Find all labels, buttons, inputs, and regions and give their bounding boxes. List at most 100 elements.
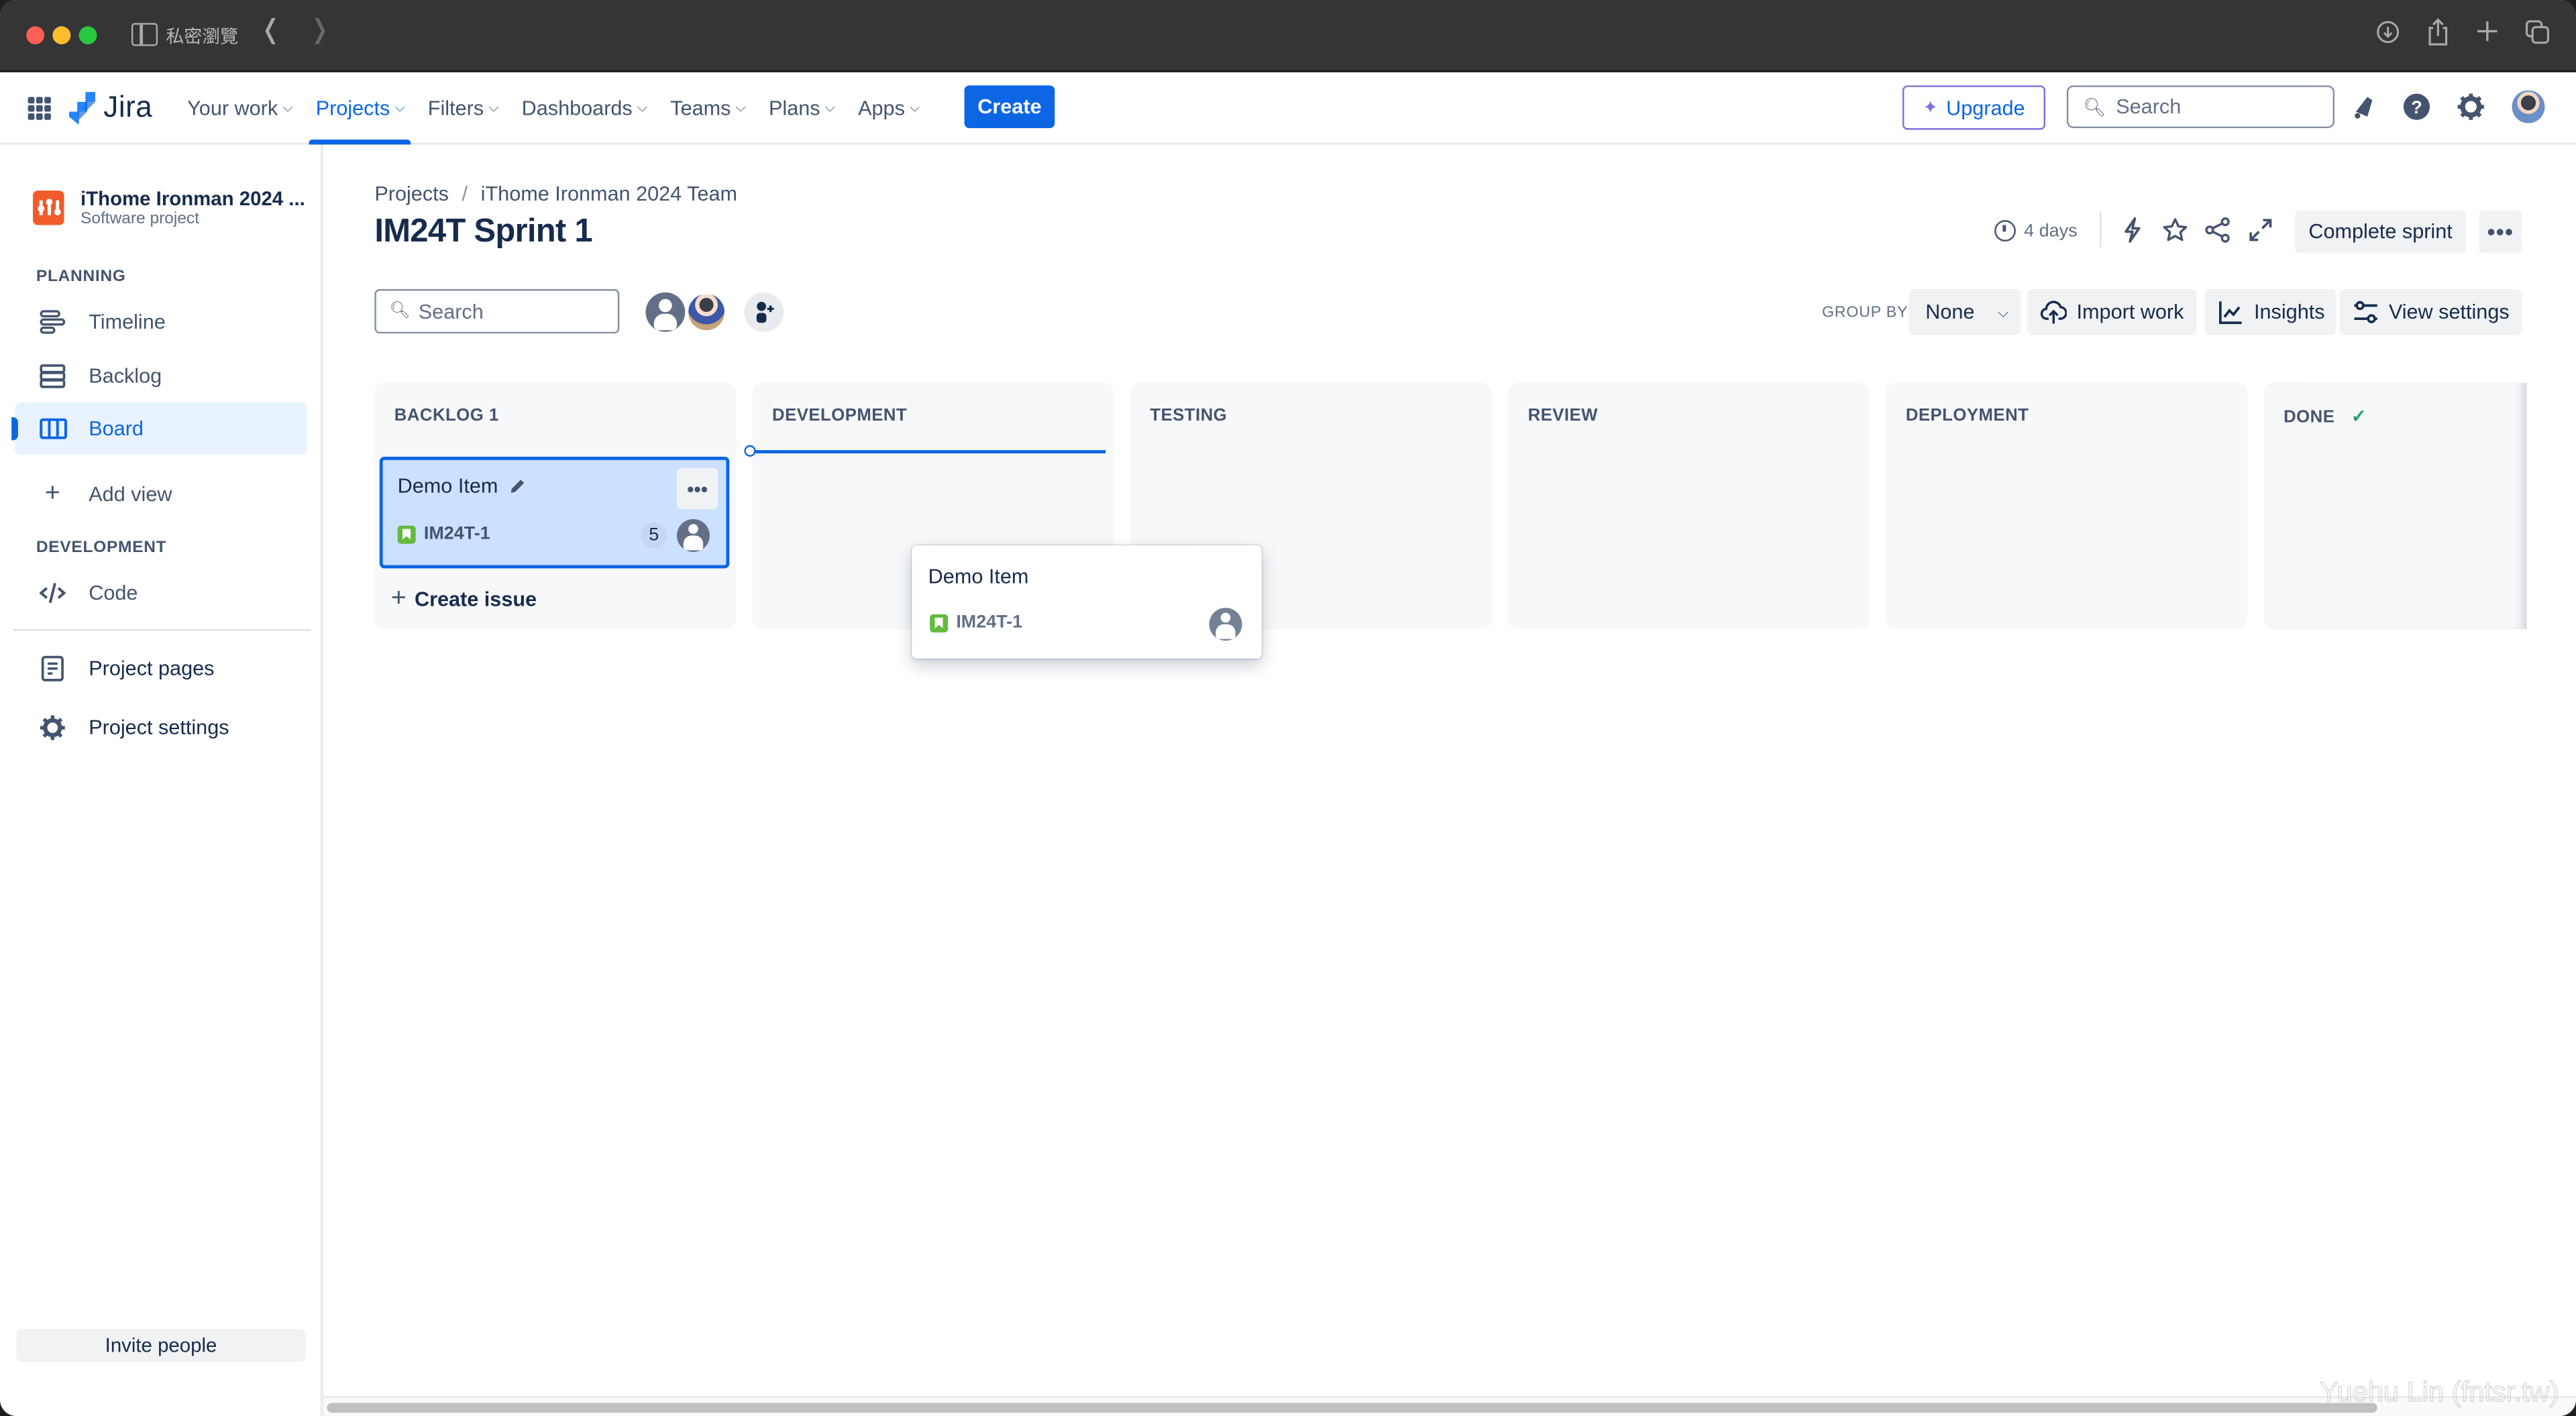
sidebar-item-board[interactable]: Board [11, 402, 307, 455]
complete-sprint-button[interactable]: Complete sprint [2295, 210, 2466, 254]
new-tab-icon[interactable] [2476, 19, 2499, 42]
project-name[interactable]: iThome Ironman 2024 ... [80, 187, 305, 210]
card-more-button[interactable]: ••• [676, 468, 718, 510]
create-issue-label: Create issue [414, 588, 537, 612]
project-type: Software project [80, 210, 199, 229]
view-settings-label: View settings [2388, 301, 2510, 324]
story-icon [397, 525, 416, 543]
minimize-window-button[interactable] [52, 26, 71, 45]
nav-teams[interactable]: Teams ⌵ [661, 72, 756, 143]
add-people-button[interactable] [744, 292, 784, 332]
dragging-card-preview[interactable]: Demo Item IM24T-1 [912, 545, 1262, 659]
sidebar-add-view[interactable]: + Add view [15, 468, 307, 521]
done-column-label: DONE [2284, 406, 2335, 427]
column-title: REVIEW [1527, 405, 1598, 426]
nav-filters[interactable]: Filters ⌵ [418, 72, 508, 143]
star-icon[interactable] [2162, 217, 2188, 243]
chevron-down-icon: ⌵ [824, 99, 835, 115]
create-button[interactable]: Create [964, 85, 1055, 129]
sidebar-item-code[interactable]: Code [15, 567, 307, 619]
sidebar-toggle-icon[interactable] [131, 23, 158, 46]
more-actions-button[interactable]: ••• [2479, 210, 2522, 254]
planning-section-label: PLANNING [36, 268, 126, 286]
sprint-time-remaining[interactable]: 4 days [1994, 220, 2078, 242]
column-title: DONE ✓ [2284, 406, 2367, 427]
search-icon: 🔍︎ [389, 302, 411, 321]
nav-dashboards[interactable]: Dashboards ⌵ [512, 72, 657, 143]
sidebar-item-project-pages[interactable]: Project pages [15, 643, 307, 695]
edit-pencil-icon[interactable] [510, 478, 526, 494]
nav-filters-label: Filters [427, 96, 484, 119]
plus-icon: + [390, 584, 407, 613]
close-window-button[interactable] [26, 26, 45, 45]
forward-icon[interactable]: ❭ [309, 17, 331, 44]
settings-gear-icon[interactable] [2456, 92, 2485, 121]
nav-projects[interactable]: Projects ⌵ [306, 72, 415, 145]
app-switcher-icon[interactable] [28, 97, 51, 120]
upgrade-label: Upgrade [1946, 96, 2025, 119]
create-issue-button[interactable]: + Create issue [391, 585, 537, 614]
view-settings-button[interactable]: View settings [2339, 289, 2522, 335]
sidebar-item-backlog[interactable]: Backlog [15, 350, 307, 402]
board-column-review[interactable]: REVIEW [1508, 382, 1870, 629]
board-column-done[interactable]: DONE ✓ [2263, 382, 2527, 629]
breadcrumb-projects[interactable]: Projects [374, 182, 449, 205]
issue-card[interactable]: Demo Item ••• IM24T-1 5 [379, 456, 730, 569]
unassigned-avatar-filter[interactable] [645, 292, 686, 332]
share-icon[interactable] [2205, 217, 2231, 243]
chevron-down-icon: ⌵ [488, 99, 499, 115]
chevron-down-icon: ⌵ [282, 99, 293, 115]
column-title: BACKLOG 1 [394, 405, 499, 426]
watermark: Yuehu Lin (fntsr.tw) [2319, 1376, 2559, 1409]
column-title: DEPLOYMENT [1905, 405, 2029, 426]
code-icon [38, 578, 67, 608]
share-icon[interactable] [2426, 18, 2449, 46]
chevron-down-icon: ⌵ [637, 99, 647, 115]
project-sidebar: iThome Ironman 2024 ... Software project… [0, 144, 324, 1416]
assignee-avatar[interactable] [676, 519, 710, 552]
import-work-button[interactable]: Import work [2027, 289, 2197, 335]
scrollbar-thumb[interactable] [327, 1403, 2377, 1413]
automation-lightning-icon[interactable] [2119, 217, 2145, 243]
dragging-issue-key: IM24T-1 [930, 612, 1022, 633]
breadcrumb-project[interactable]: iThome Ironman 2024 Team [481, 182, 737, 205]
nav-projects-label: Projects [315, 96, 390, 119]
board-search-input[interactable]: 🔍︎ Search [374, 289, 620, 334]
sidebar-item-project-settings-label: Project settings [89, 716, 229, 740]
nav-teams-label: Teams [670, 96, 731, 119]
sidebar-item-project-settings[interactable]: Project settings [15, 702, 307, 754]
sidebar-item-timeline[interactable]: Timeline [15, 296, 307, 348]
add-person-icon [756, 301, 774, 323]
horizontal-scrollbar[interactable] [323, 1396, 2576, 1416]
invite-people-button[interactable]: Invite people [16, 1329, 306, 1362]
back-icon[interactable]: ❬ [260, 17, 282, 44]
insights-button[interactable]: Insights [2204, 289, 2337, 335]
sparkle-icon: ✦ [1923, 98, 1938, 119]
issue-key[interactable]: IM24T-1 [397, 524, 490, 544]
jira-logo[interactable]: Jira [68, 90, 153, 125]
help-icon[interactable]: ? [2402, 92, 2431, 121]
user-avatar-filter[interactable] [686, 292, 727, 332]
nav-plans[interactable]: Plans ⌵ [759, 72, 845, 143]
plus-icon: + [44, 480, 60, 508]
global-search-input[interactable]: 🔍︎ Search [2066, 85, 2335, 129]
nav-your-work[interactable]: Your work ⌵ [177, 72, 303, 143]
profile-avatar[interactable] [2512, 90, 2545, 123]
page-title: IM24T Sprint 1 [374, 213, 592, 250]
fullscreen-expand-icon[interactable] [2247, 217, 2273, 243]
board-column-deployment[interactable]: DEPLOYMENT [1886, 382, 2248, 629]
svg-text:?: ? [2411, 97, 2422, 117]
private-browsing-label: 私密瀏覽 [166, 26, 239, 48]
download-icon[interactable] [2375, 19, 2400, 44]
notifications-bell-icon[interactable] [2349, 92, 2379, 121]
group-by-select[interactable]: None ⌵ [1909, 289, 2021, 335]
maximize-window-button[interactable] [78, 26, 97, 45]
insights-label: Insights [2254, 301, 2325, 324]
nav-apps[interactable]: Apps ⌵ [848, 72, 929, 143]
tabs-overview-icon[interactable] [2525, 19, 2550, 44]
time-remaining-label: 4 days [2024, 221, 2078, 241]
upgrade-button[interactable]: ✦ Upgrade [1902, 85, 2046, 130]
nav-apps-label: Apps [858, 96, 905, 119]
done-check-icon: ✓ [2351, 407, 2367, 427]
jira-logo-text: Jira [103, 90, 153, 123]
